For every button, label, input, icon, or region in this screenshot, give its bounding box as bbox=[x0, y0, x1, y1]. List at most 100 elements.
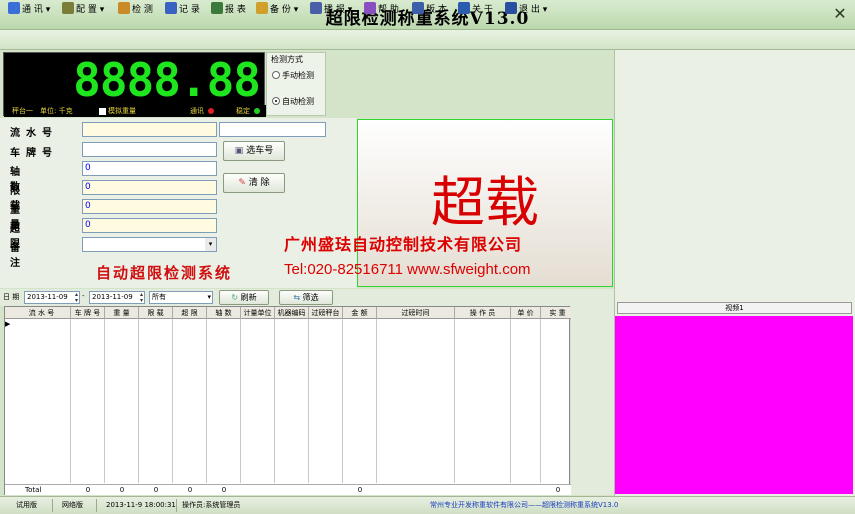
records-table[interactable]: 流 水 号车 牌 号重 量限 载超 限轴 数计量单位 机器编码 过磅秤台金 额过磅时… bbox=[4, 306, 575, 495]
menu-item[interactable]: 备 份 ▾ bbox=[256, 2, 298, 18]
radio-manual-icon[interactable] bbox=[272, 71, 280, 79]
row-pointer-icon: ▶ bbox=[5, 320, 11, 328]
company-name: 广州盛珐自动控制技术有限公司 bbox=[284, 235, 523, 254]
refresh-label: 刷新 bbox=[240, 293, 257, 302]
column-divider bbox=[274, 319, 275, 483]
plate-input[interactable] bbox=[82, 142, 217, 157]
column-header[interactable]: 机器编码 bbox=[275, 307, 309, 319]
column-header[interactable]: 流 水 号 bbox=[13, 307, 71, 319]
label-plate: 车牌号 bbox=[10, 148, 58, 159]
serial-input[interactable] bbox=[82, 122, 217, 137]
menu-item-label: 检 测 bbox=[132, 5, 153, 15]
gears-icon bbox=[62, 2, 74, 14]
wrench-icon bbox=[8, 2, 20, 14]
overlimit-input[interactable]: 0 bbox=[82, 218, 217, 233]
radio-manual[interactable]: 手动检测 bbox=[272, 70, 314, 81]
total-label: Total bbox=[25, 486, 42, 494]
help-icon bbox=[364, 2, 376, 14]
refresh-icon: ↻ bbox=[231, 293, 239, 302]
column-header[interactable]: 过磅时间 bbox=[377, 307, 455, 319]
filter-icon: ⇆ bbox=[293, 293, 301, 302]
exit-icon bbox=[505, 2, 517, 14]
table-total-row: 0 0 0 0 0 0 0 Total bbox=[5, 484, 571, 495]
column-header[interactable]: 单 价 bbox=[511, 307, 541, 319]
menu-item-label: 版 本 bbox=[426, 5, 447, 15]
menu-item[interactable]: 退 出 ▾ bbox=[505, 2, 547, 18]
filter-button[interactable]: ⇆ 筛选 bbox=[279, 290, 333, 305]
serial-extra-input[interactable] bbox=[219, 122, 326, 137]
choose-plate-button[interactable]: ▣ 选车号 bbox=[223, 141, 285, 161]
scale-icon bbox=[118, 2, 130, 14]
menu-item[interactable]: 通 讯 ▾ bbox=[8, 2, 50, 18]
filter-label: 筛选 bbox=[302, 293, 319, 302]
chevron-down-icon: ▾ bbox=[290, 5, 299, 15]
menu-item[interactable]: 帮 助 bbox=[364, 2, 399, 18]
column-header[interactable]: 轴 数 bbox=[207, 307, 241, 319]
menu-item-label: 播 报 bbox=[324, 5, 345, 15]
radio-auto-icon[interactable] bbox=[272, 97, 280, 105]
unit-label: 单位: 千克 bbox=[40, 107, 73, 115]
date-from-picker[interactable]: 2013-11-09 ▴ ▾ bbox=[24, 291, 80, 304]
spin-icon[interactable]: ▴ ▾ bbox=[75, 292, 78, 304]
contact-info: Tel:020-82516711 www.sfweight.com bbox=[284, 261, 531, 278]
menu-item[interactable]: 检 测 bbox=[118, 2, 153, 18]
menu-item-label: 关 于 bbox=[472, 5, 493, 15]
limit-input[interactable]: 0 bbox=[82, 180, 217, 195]
display-status-bar: 秤台一 单位: 千克 模拟重量 通讯 稳定 bbox=[4, 105, 266, 117]
axles-input[interactable]: 0 bbox=[82, 161, 217, 176]
radio-auto-label: 自动检测 bbox=[282, 97, 314, 106]
clear-button[interactable]: ✎ 清 除 bbox=[223, 173, 285, 193]
status-divider bbox=[96, 499, 97, 512]
table-side-strip bbox=[571, 306, 614, 495]
simulate-label: 模拟重量 bbox=[108, 107, 136, 115]
column-header[interactable]: 重 量 bbox=[105, 307, 139, 319]
scope-select[interactable]: 所有 ▾ bbox=[149, 291, 213, 304]
menu-item-label: 备 份 bbox=[270, 5, 291, 15]
menu-item[interactable]: 记 录 bbox=[165, 2, 200, 18]
column-header[interactable]: 计量单位 bbox=[241, 307, 275, 319]
column-header[interactable]: 操 作 员 bbox=[455, 307, 511, 319]
column-divider bbox=[454, 319, 455, 483]
menu-item[interactable]: 报 表 bbox=[211, 2, 246, 18]
scope-value: 所有 bbox=[152, 293, 166, 301]
chevron-down-icon: ▾ bbox=[96, 5, 105, 15]
clear-label: 清 除 bbox=[248, 178, 270, 188]
weight-input[interactable]: 0 bbox=[82, 199, 217, 214]
column-header[interactable]: 金 额 bbox=[343, 307, 377, 319]
close-icon[interactable]: ✕ bbox=[831, 5, 849, 23]
column-divider bbox=[510, 319, 511, 483]
menu-item-label: 记 录 bbox=[179, 5, 200, 15]
version-icon bbox=[412, 2, 424, 14]
chevron-down-icon: ▾ bbox=[539, 5, 548, 15]
radio-auto[interactable]: 自动检测 bbox=[272, 96, 314, 107]
backup-icon bbox=[256, 2, 268, 14]
simulate-checkbox[interactable] bbox=[99, 108, 106, 115]
menu-item-label: 报 表 bbox=[225, 5, 246, 15]
column-header[interactable]: 实 重 bbox=[541, 307, 575, 319]
column-divider bbox=[138, 319, 139, 483]
status-network: 网络版 bbox=[62, 501, 83, 509]
date-to-picker[interactable]: 2013-11-09 ▴ ▾ bbox=[89, 291, 145, 304]
chevron-down-icon[interactable]: ▾ bbox=[207, 292, 211, 303]
menu-item[interactable]: 配 置 ▾ bbox=[62, 2, 104, 18]
refresh-button[interactable]: ↻ 刷新 bbox=[219, 290, 269, 305]
menu-item[interactable]: 关 于 bbox=[458, 2, 493, 18]
column-header[interactable]: 过磅秤台 bbox=[309, 307, 343, 319]
column-divider bbox=[206, 319, 207, 483]
remark-select[interactable] bbox=[82, 237, 217, 252]
stable-label: 稳定 bbox=[236, 107, 250, 115]
menu-item[interactable]: 版 本 bbox=[412, 2, 447, 18]
total-cell: 0 bbox=[187, 486, 193, 494]
column-divider bbox=[376, 319, 377, 483]
chevron-down-icon[interactable]: ▾ bbox=[205, 238, 216, 251]
menu-item[interactable]: 播 报 ▾ bbox=[310, 2, 352, 18]
menu-item-label: 帮 助 bbox=[378, 5, 399, 15]
column-header[interactable]: 车 牌 号 bbox=[71, 307, 105, 319]
column-header[interactable]: 限 载 bbox=[139, 307, 173, 319]
status-copyright: 常州专业开发称重软件有限公司——超限检测称重系统V13.0 bbox=[430, 501, 619, 509]
spin-icon[interactable]: ▴ ▾ bbox=[140, 292, 143, 304]
status-divider bbox=[176, 499, 177, 512]
mode-group-title: 检测方式 bbox=[271, 55, 303, 64]
eraser-icon: ✎ bbox=[238, 178, 246, 188]
column-header[interactable]: 超 限 bbox=[173, 307, 207, 319]
